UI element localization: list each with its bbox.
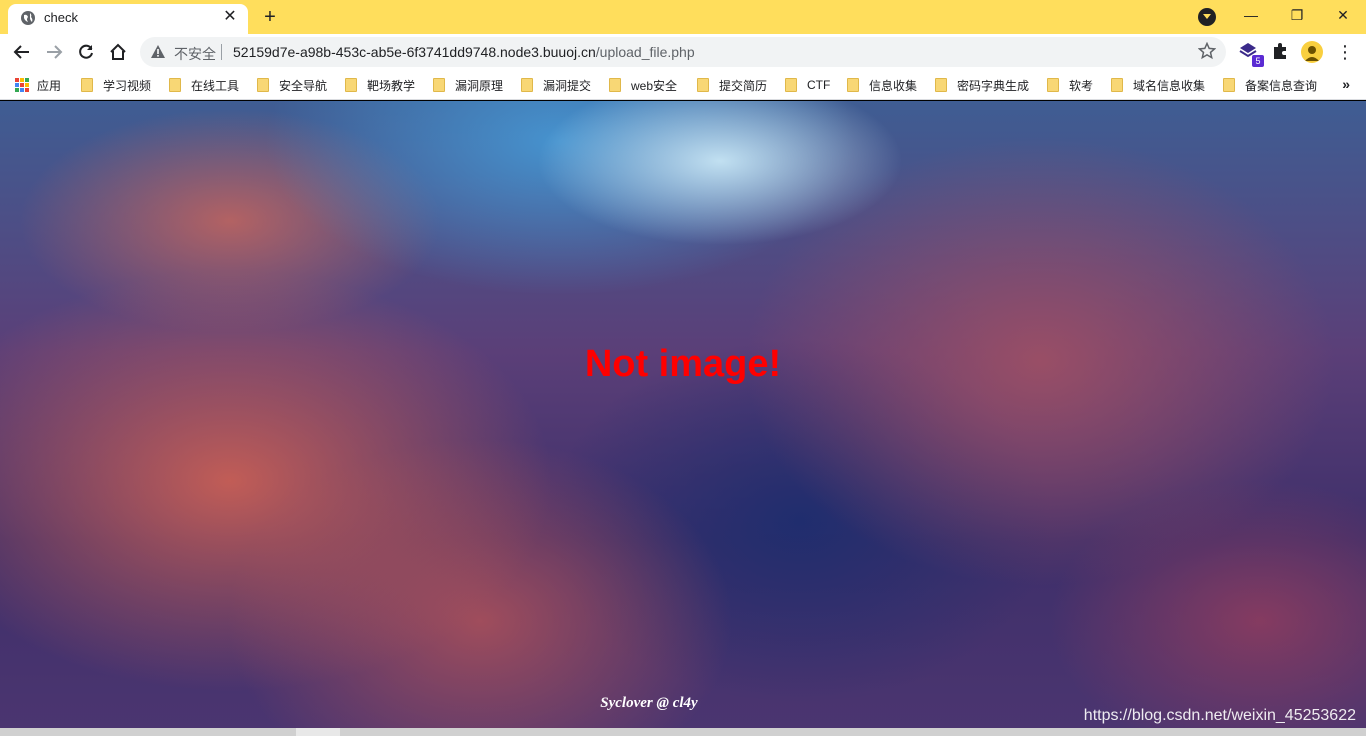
page-content: Not image! Syclover @ cl4y https://blog.… [0, 101, 1366, 728]
tab-strip: check ✕ + — ❐ ✕ [0, 0, 1366, 34]
restore-button[interactable]: ❐ [1274, 0, 1320, 32]
apps-grid-icon [15, 78, 29, 92]
extension-badge: 5 [1252, 55, 1264, 67]
folder-icon [521, 78, 533, 92]
bookmark-label: 软考 [1069, 78, 1094, 93]
bookmark-label: 在线工具 [191, 78, 240, 93]
extension-icon[interactable]: 5 [1238, 41, 1264, 67]
folder-icon [81, 78, 93, 92]
bookmark-folder[interactable]: 漏洞提交 [521, 76, 591, 94]
bookmark-folder[interactable]: 提交简历 [697, 76, 767, 94]
home-icon [110, 43, 126, 60]
person-icon [1305, 46, 1319, 61]
bookmark-folder[interactable]: 靶场教学 [345, 76, 415, 94]
folder-icon [1223, 78, 1235, 92]
back-arrow-icon [13, 45, 29, 59]
bookmark-label: web安全 [631, 78, 678, 93]
bookmark-folder[interactable]: 在线工具 [169, 76, 239, 94]
bookmark-star-icon[interactable] [1197, 41, 1217, 65]
reload-icon [79, 44, 93, 59]
forward-arrow-icon [47, 45, 63, 59]
bookmark-folder[interactable]: 学习视频 [81, 76, 151, 94]
taskbar-strip [0, 728, 1366, 736]
folder-icon [1047, 78, 1059, 92]
bookmark-label: 靶场教学 [367, 78, 416, 93]
bookmark-label: 备案信息查询 [1245, 78, 1318, 93]
forward-button[interactable] [40, 38, 68, 66]
address-bar[interactable]: 不安全 52159d7e-a98b-453c-ab5e-6f3741dd9748… [140, 37, 1226, 67]
folder-icon [697, 78, 709, 92]
separator [221, 44, 222, 60]
warning-icon[interactable] [150, 44, 166, 65]
bookmark-folder[interactable]: 安全导航 [257, 76, 327, 94]
browser-toolbar: 不安全 52159d7e-a98b-453c-ab5e-6f3741dd9748… [0, 34, 1366, 70]
tab-title: check [44, 10, 78, 25]
folder-icon [1111, 78, 1123, 92]
menu-kebab-icon[interactable]: ⋮ [1336, 42, 1354, 62]
folder-icon [433, 78, 445, 92]
globe-icon [20, 10, 36, 26]
bookmark-label: 学习视频 [103, 78, 152, 93]
error-message: Not image! [584, 343, 782, 385]
folder-icon [345, 78, 357, 92]
security-label[interactable]: 不安全 [174, 44, 216, 64]
bookmark-folder[interactable]: 域名信息收集 [1111, 76, 1205, 94]
watermark-text: https://blog.csdn.net/weixin_45253622 [1083, 707, 1356, 724]
home-button[interactable] [104, 38, 132, 66]
close-window-button[interactable]: ✕ [1320, 0, 1366, 32]
url-path: /upload_file.php [595, 44, 695, 60]
bookmark-label: 密码字典生成 [957, 78, 1030, 93]
bookmark-label: 域名信息收集 [1133, 78, 1206, 93]
bookmark-folder[interactable]: CTF [785, 76, 830, 94]
bookmarks-bar: 应用 学习视频 在线工具 安全导航 靶场教学 漏洞原理 漏洞提交 web安全 提… [0, 70, 1366, 100]
bookmark-label: 提交简历 [719, 78, 768, 93]
bookmark-label: 安全导航 [279, 78, 328, 93]
puzzle-icon[interactable] [1270, 41, 1292, 63]
url-host: 52159d7e-a98b-453c-ab5e-6f3741dd9748.nod… [233, 44, 596, 60]
new-tab-button[interactable]: + [258, 5, 282, 29]
profile-avatar[interactable] [1301, 41, 1323, 63]
tab-close-icon[interactable]: ✕ [220, 7, 240, 27]
bookmark-label: CTF [807, 78, 831, 92]
bookmark-apps[interactable]: 应用 [15, 76, 61, 94]
bookmark-folder[interactable]: 软考 [1047, 76, 1093, 94]
active-tab[interactable]: check ✕ [8, 4, 248, 34]
tab-search-icon[interactable] [1198, 8, 1216, 26]
url-text[interactable]: 52159d7e-a98b-453c-ab5e-6f3741dd9748.nod… [233, 44, 695, 60]
bookmark-folder[interactable]: 密码字典生成 [935, 76, 1029, 94]
reload-button[interactable] [72, 38, 100, 66]
folder-icon [847, 78, 859, 92]
folder-icon [169, 78, 181, 92]
bookmarks-overflow-icon[interactable]: » [1342, 76, 1350, 92]
bookmark-label: 漏洞提交 [543, 78, 592, 93]
folder-icon [935, 78, 947, 92]
taskbar-segment [296, 728, 340, 736]
folder-icon [609, 78, 621, 92]
back-button[interactable] [8, 38, 36, 66]
bookmark-label: 信息收集 [869, 78, 918, 93]
bookmark-label: 应用 [37, 78, 62, 93]
bookmark-folder[interactable]: 信息收集 [847, 76, 917, 94]
minimize-button[interactable]: — [1228, 0, 1274, 32]
folder-icon [785, 78, 797, 92]
bookmark-folder[interactable]: 备案信息查询 [1223, 76, 1317, 94]
bookmark-folder[interactable]: 漏洞原理 [433, 76, 503, 94]
bookmark-folder[interactable]: web安全 [609, 76, 677, 94]
bookmark-label: 漏洞原理 [455, 78, 504, 93]
folder-icon [257, 78, 269, 92]
